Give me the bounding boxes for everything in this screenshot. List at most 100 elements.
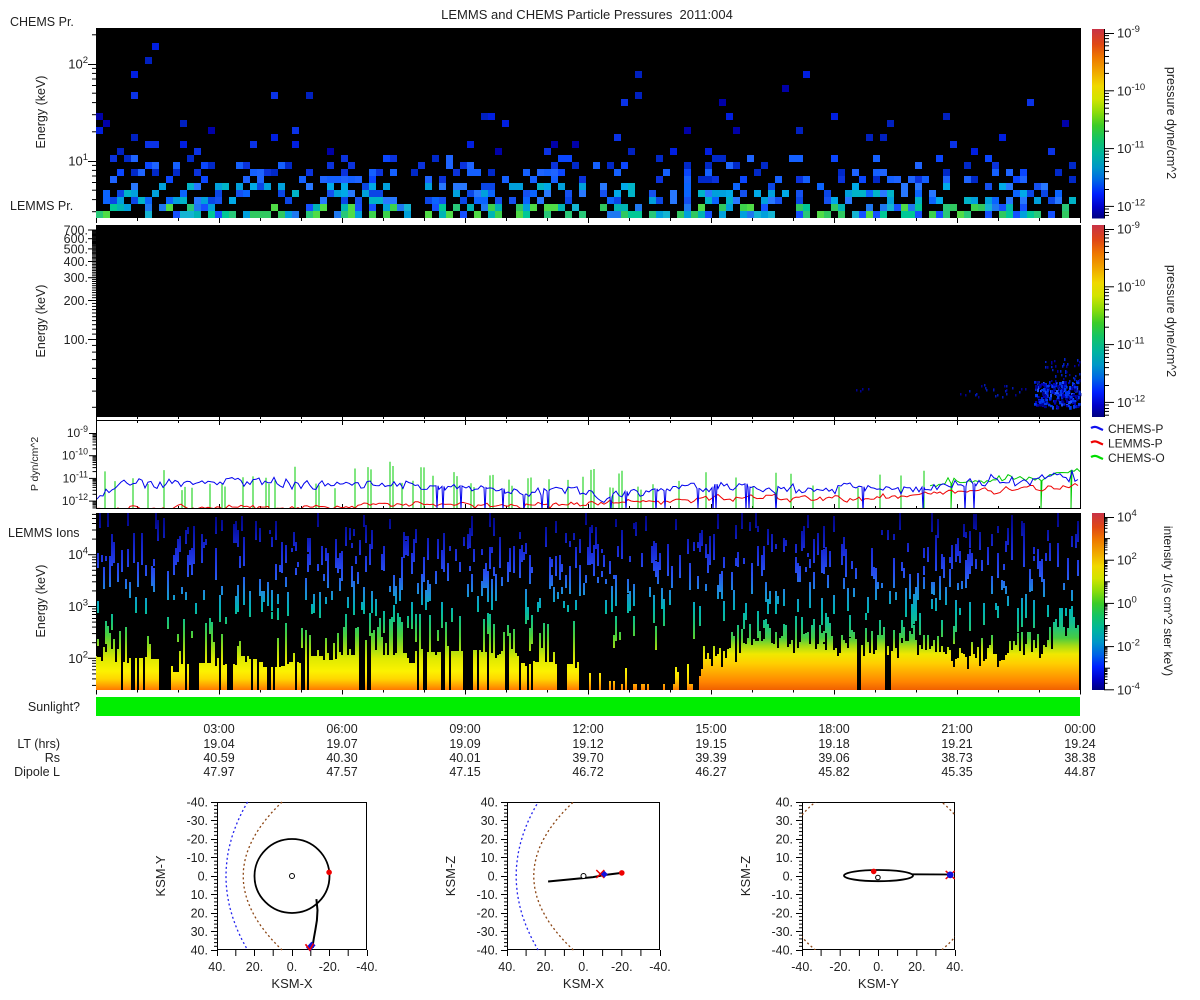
svg-text:102: 102 (1117, 551, 1137, 568)
svg-text:47.15: 47.15 (449, 765, 480, 779)
svg-text:0.: 0. (783, 870, 793, 884)
svg-text:700.: 700. (64, 224, 88, 238)
svg-text:intensity 1/(s cm^2 ster keV): intensity 1/(s cm^2 ster keV) (1161, 526, 1175, 676)
svg-text:0.: 0. (488, 870, 498, 884)
svg-text:LEMMS and CHEMS Particle Press: LEMMS and CHEMS Particle Pressures 2011:… (441, 7, 733, 22)
svg-text:10.: 10. (481, 851, 498, 865)
svg-text:10-9: 10-9 (67, 424, 88, 440)
svg-text:10-4: 10-4 (1117, 681, 1140, 698)
svg-text:-40.: -40. (476, 944, 498, 958)
svg-text:-40.: -40. (791, 960, 813, 974)
svg-text:104: 104 (1117, 508, 1137, 525)
svg-text:-10.: -10. (476, 888, 498, 902)
svg-text:30.: 30. (776, 814, 793, 828)
svg-text:10-10: 10-10 (1117, 278, 1145, 295)
svg-text:10-11: 10-11 (63, 469, 89, 485)
svg-text:-40.: -40. (771, 944, 793, 958)
svg-text:18:00: 18:00 (818, 722, 849, 736)
svg-text:103: 103 (68, 598, 88, 615)
svg-text:10-9: 10-9 (1117, 24, 1140, 41)
svg-text:30.: 30. (481, 814, 498, 828)
svg-text:-40.: -40. (356, 960, 378, 974)
svg-text:40.30: 40.30 (326, 751, 357, 765)
svg-text:40.01: 40.01 (449, 751, 480, 765)
svg-text:KSM-Y: KSM-Y (153, 855, 168, 897)
svg-text:KSM-Z: KSM-Z (443, 856, 458, 897)
svg-text:CHEMS-P: CHEMS-P (1108, 422, 1163, 436)
svg-text:400.: 400. (64, 255, 88, 269)
svg-text:-20.: -20. (611, 960, 633, 974)
svg-text:10-12: 10-12 (62, 492, 88, 508)
svg-text:40.: 40. (191, 944, 208, 958)
svg-text:15:00: 15:00 (695, 722, 726, 736)
svg-text:20.: 20. (481, 833, 498, 847)
svg-text:102: 102 (68, 55, 88, 72)
svg-text:10-12: 10-12 (1117, 197, 1145, 214)
svg-text:20.: 20. (537, 960, 554, 974)
svg-text:LEMMS Ions: LEMMS Ions (8, 526, 80, 540)
svg-text:40.: 40. (946, 960, 963, 974)
svg-text:KSM-X: KSM-X (563, 976, 605, 991)
svg-text:101: 101 (68, 152, 88, 169)
svg-text:21:00: 21:00 (941, 722, 972, 736)
svg-text:-40.: -40. (649, 960, 671, 974)
svg-text:10.: 10. (776, 851, 793, 865)
svg-text:-10.: -10. (771, 888, 793, 902)
svg-text:-30.: -30. (476, 925, 498, 939)
svg-text:44.87: 44.87 (1064, 765, 1095, 779)
svg-text:39.70: 39.70 (572, 751, 603, 765)
svg-text:CHEMS-O: CHEMS-O (1108, 451, 1165, 465)
svg-text:46.27: 46.27 (695, 765, 726, 779)
svg-text:38.73: 38.73 (941, 751, 972, 765)
svg-text:102: 102 (68, 649, 88, 666)
svg-text:39.06: 39.06 (818, 751, 849, 765)
svg-text:40.: 40. (481, 796, 498, 810)
svg-text:-30.: -30. (771, 925, 793, 939)
svg-text:10-11: 10-11 (1117, 336, 1145, 353)
svg-text:03:00: 03:00 (203, 722, 234, 736)
svg-text:200.: 200. (64, 294, 88, 308)
svg-text:40.: 40. (776, 796, 793, 810)
svg-text:00:00: 00:00 (1064, 722, 1095, 736)
svg-text:40.: 40. (208, 960, 225, 974)
svg-text:10-10: 10-10 (1117, 82, 1145, 99)
svg-text:19.15: 19.15 (695, 737, 726, 751)
svg-text:-30.: -30. (186, 814, 208, 828)
svg-text:39.39: 39.39 (695, 751, 726, 765)
svg-text:-20.: -20. (319, 960, 341, 974)
svg-text:38.38: 38.38 (1064, 751, 1095, 765)
svg-text:20.: 20. (776, 833, 793, 847)
svg-text:19.18: 19.18 (818, 737, 849, 751)
svg-text:09:00: 09:00 (449, 722, 480, 736)
svg-text:10-2: 10-2 (1117, 638, 1140, 655)
svg-text:10.: 10. (191, 888, 208, 902)
svg-text:0.: 0. (287, 960, 297, 974)
svg-text:-20.: -20. (829, 960, 851, 974)
svg-text:0.: 0. (873, 960, 883, 974)
svg-text:06:00: 06:00 (326, 722, 357, 736)
svg-text:Energy (keV): Energy (keV) (34, 285, 48, 358)
svg-text:KSM-X: KSM-X (271, 976, 313, 991)
svg-text:40.59: 40.59 (203, 751, 234, 765)
svg-text:47.57: 47.57 (326, 765, 357, 779)
svg-text:19.12: 19.12 (572, 737, 603, 751)
svg-text:-10.: -10. (186, 851, 208, 865)
svg-text:19.24: 19.24 (1064, 737, 1095, 751)
svg-text:-20.: -20. (476, 907, 498, 921)
svg-text:45.35: 45.35 (941, 765, 972, 779)
svg-text:45.82: 45.82 (818, 765, 849, 779)
svg-text:LT (hrs): LT (hrs) (17, 737, 60, 751)
svg-text:46.72: 46.72 (572, 765, 603, 779)
svg-text:40.: 40. (498, 960, 515, 974)
svg-text:CHEMS Pr.: CHEMS Pr. (10, 15, 74, 29)
svg-text:KSM-Z: KSM-Z (738, 856, 753, 897)
svg-text:Rs: Rs (45, 751, 60, 765)
svg-text:pressure dyne/cm^2: pressure dyne/cm^2 (1164, 265, 1178, 377)
svg-text:0.: 0. (198, 870, 208, 884)
svg-text:100.: 100. (64, 333, 88, 347)
svg-text:10-10: 10-10 (62, 447, 88, 463)
svg-text:Dipole L: Dipole L (14, 765, 60, 779)
svg-text:19.21: 19.21 (941, 737, 972, 751)
svg-text:LEMMS-P: LEMMS-P (1108, 437, 1163, 451)
svg-text:KSM-Y: KSM-Y (858, 976, 900, 991)
